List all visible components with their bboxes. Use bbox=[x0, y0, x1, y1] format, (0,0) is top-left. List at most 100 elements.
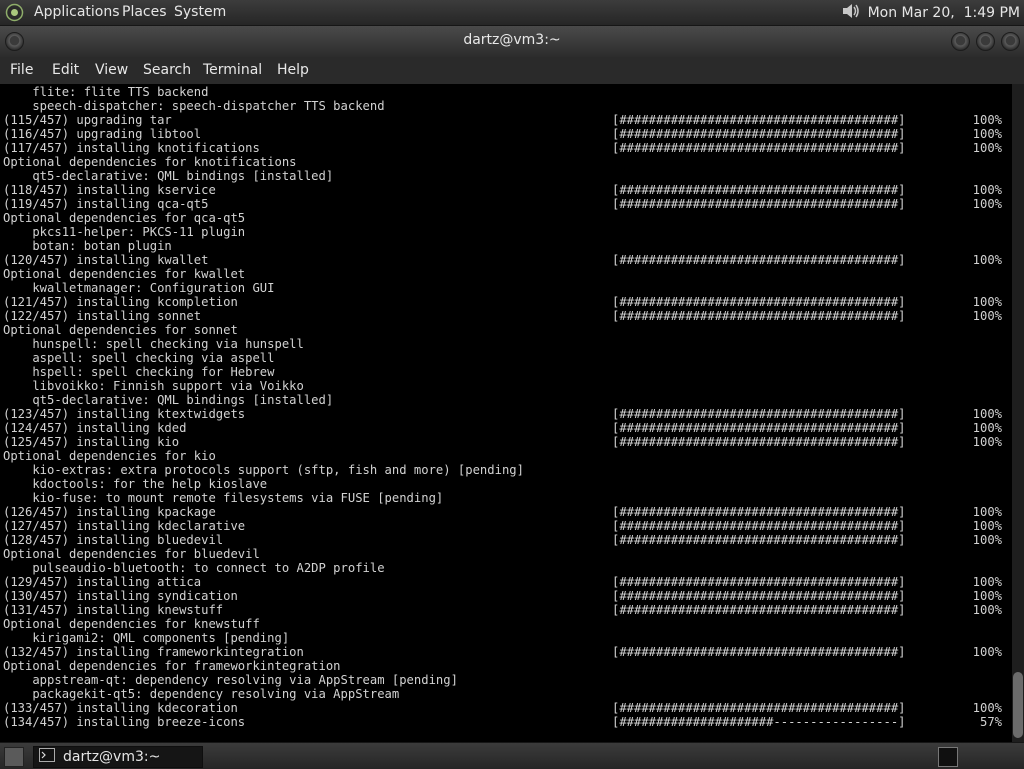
bottom-panel: dartz@vm3:~ bbox=[0, 742, 1024, 769]
workspace-switcher-icon[interactable] bbox=[938, 747, 958, 767]
terminal-line: libvoikko: Finnish support via Voikko bbox=[3, 379, 1012, 393]
terminal-line-text: pkcs11-helper: PKCS-11 plugin bbox=[3, 225, 246, 239]
terminal-line: (127/457) installing kdeclarative [######… bbox=[3, 519, 1012, 533]
taskbar-item-label: dartz@vm3:~ bbox=[63, 749, 161, 765]
progress-percent: 100% bbox=[972, 645, 1002, 659]
system-menu[interactable]: System bbox=[174, 4, 226, 21]
terminal-line: kirigami2: QML components [pending] bbox=[3, 631, 1012, 645]
terminal-line: Optional dependencies for qca-qt5 bbox=[3, 211, 1012, 225]
progress-percent: 100% bbox=[972, 505, 1002, 519]
menu-search[interactable]: Search bbox=[143, 61, 191, 79]
terminal-line-text: (117/457) installing knotifications bbox=[3, 141, 260, 155]
terminal-line-text: Optional dependencies for sonnet bbox=[3, 323, 238, 337]
terminal-line-text: Optional dependencies for kio bbox=[3, 449, 216, 463]
progress-bar: [######################################] bbox=[612, 533, 906, 547]
menu-edit[interactable]: Edit bbox=[52, 61, 79, 79]
terminal-line: (130/457) installing syndication [#######… bbox=[3, 589, 1012, 603]
menu-terminal[interactable]: Terminal bbox=[203, 61, 262, 79]
terminal-line-text: speech-dispatcher: speech-dispatcher TTS… bbox=[3, 99, 385, 113]
terminal-line-text: (133/457) installing kdecoration bbox=[3, 701, 238, 715]
terminal-line: (133/457) installing kdecoration [#######… bbox=[3, 701, 1012, 715]
taskbar-window-button[interactable]: dartz@vm3:~ bbox=[33, 746, 203, 768]
places-menu[interactable]: Places bbox=[122, 4, 167, 21]
terminal-line: Optional dependencies for sonnet bbox=[3, 323, 1012, 337]
terminal-line: kdoctools: for the help kioslave bbox=[3, 477, 1012, 491]
terminal-line: kwalletmanager: Configuration GUI bbox=[3, 281, 1012, 295]
scrollbar-thumb[interactable] bbox=[1013, 672, 1023, 738]
panel-clock[interactable]: Mon Mar 20, 1:49 PM bbox=[868, 5, 1020, 21]
terminal-line-text: appstream-qt: dependency resolving via A… bbox=[3, 673, 458, 687]
terminal-line-text: Optional dependencies for knewstuff bbox=[3, 617, 260, 631]
progress-bar: [######################################] bbox=[612, 295, 906, 309]
progress-bar: [######################################] bbox=[612, 197, 906, 211]
menu-view[interactable]: View bbox=[95, 61, 128, 79]
progress-percent: 100% bbox=[972, 113, 1002, 127]
progress-percent: 100% bbox=[972, 183, 1002, 197]
terminal-line-text: (120/457) installing kwallet bbox=[3, 253, 209, 267]
terminal-line-text: (124/457) installing kded bbox=[3, 421, 187, 435]
window-titlebar[interactable]: dartz@vm3:~ bbox=[0, 26, 1024, 57]
top-panel: Applications Places System Mon Mar 20, 1… bbox=[0, 0, 1024, 26]
menu-file[interactable]: File bbox=[10, 61, 33, 79]
terminal-line-text: hspell: spell checking for Hebrew bbox=[3, 365, 275, 379]
progress-percent: 100% bbox=[972, 127, 1002, 141]
terminal-line-text: (123/457) installing ktextwidgets bbox=[3, 407, 246, 421]
progress-bar: [######################################] bbox=[612, 575, 906, 589]
terminal-line: (134/457) installing breeze-icons [######… bbox=[3, 715, 1012, 729]
terminal-line: botan: botan plugin bbox=[3, 239, 1012, 253]
menu-help[interactable]: Help bbox=[277, 61, 309, 79]
speaker-icon[interactable] bbox=[840, 1, 862, 25]
maximize-button[interactable] bbox=[976, 32, 995, 51]
progress-percent: 100% bbox=[972, 701, 1002, 715]
applications-menu[interactable]: Applications bbox=[34, 4, 120, 21]
terminal-line: (126/457) installing kpackage [##########… bbox=[3, 505, 1012, 519]
terminal-line: Optional dependencies for bluedevil bbox=[3, 547, 1012, 561]
progress-percent: 100% bbox=[972, 309, 1002, 323]
terminal-line: (116/457) upgrading libtool [############… bbox=[3, 127, 1012, 141]
close-button[interactable] bbox=[1001, 32, 1020, 51]
progress-bar: [######################################] bbox=[612, 505, 906, 519]
window-title: dartz@vm3:~ bbox=[463, 32, 561, 48]
progress-percent: 100% bbox=[972, 295, 1002, 309]
terminal-line-text: (125/457) installing kio bbox=[3, 435, 180, 449]
terminal-line: (132/457) installing frameworkintegratio… bbox=[3, 645, 1012, 659]
terminal-line-text: (129/457) installing attica bbox=[3, 575, 202, 589]
terminal-line-text: (115/457) upgrading tar bbox=[3, 113, 172, 127]
terminal-line-text: botan: botan plugin bbox=[3, 239, 172, 253]
terminal-line-text: qt5-declarative: QML bindings [installed… bbox=[3, 393, 334, 407]
show-desktop-icon[interactable] bbox=[4, 747, 24, 767]
minimize-button[interactable] bbox=[951, 32, 970, 51]
terminal-line: Optional dependencies for frameworkinteg… bbox=[3, 659, 1012, 673]
progress-percent: 100% bbox=[972, 141, 1002, 155]
terminal-line: qt5-declarative: QML bindings [installed… bbox=[3, 169, 1012, 183]
terminal-line: aspell: spell checking via aspell bbox=[3, 351, 1012, 365]
terminal-line-text: kdoctools: for the help kioslave bbox=[3, 477, 268, 491]
progress-percent: 100% bbox=[972, 589, 1002, 603]
terminal-line-text: kio-extras: extra protocols support (sft… bbox=[3, 463, 524, 477]
terminal-line-text: (128/457) installing bluedevil bbox=[3, 533, 224, 547]
terminal-line: pulseaudio-bluetooth: to connect to A2DP… bbox=[3, 561, 1012, 575]
terminal-output[interactable]: flite: flite TTS backend speech-dispatch… bbox=[0, 84, 1012, 742]
progress-bar: [######################################] bbox=[612, 701, 906, 715]
terminal-line: (124/457) installing kded [##############… bbox=[3, 421, 1012, 435]
terminal-line: kio-extras: extra protocols support (sft… bbox=[3, 463, 1012, 477]
gnome-foot-icon[interactable] bbox=[5, 3, 24, 22]
progress-bar: [######################################] bbox=[612, 253, 906, 267]
terminal-line-text: Optional dependencies for qca-qt5 bbox=[3, 211, 246, 225]
terminal-line-text: (132/457) installing frameworkintegratio… bbox=[3, 645, 304, 659]
terminal-line: (122/457) installing sonnet [############… bbox=[3, 309, 1012, 323]
terminal-line: flite: flite TTS backend bbox=[3, 85, 1012, 99]
terminal-line-text: (127/457) installing kdeclarative bbox=[3, 519, 246, 533]
terminal-line-text: (134/457) installing breeze-icons bbox=[3, 715, 246, 729]
terminal-line: (128/457) installing bluedevil [#########… bbox=[3, 533, 1012, 547]
progress-bar: [######################################] bbox=[612, 421, 906, 435]
progress-percent: 100% bbox=[972, 407, 1002, 421]
terminal-line-text: Optional dependencies for frameworkinteg… bbox=[3, 659, 341, 673]
terminal-line-text: (121/457) installing kcompletion bbox=[3, 295, 238, 309]
progress-bar: [######################################] bbox=[612, 603, 906, 617]
terminal-line: packagekit-qt5: dependency resolving via… bbox=[3, 687, 1012, 701]
terminal-line: (129/457) installing attica [############… bbox=[3, 575, 1012, 589]
progress-bar: [######################################] bbox=[612, 113, 906, 127]
terminal-line-text: kirigami2: QML components [pending] bbox=[3, 631, 290, 645]
terminal-scrollbar[interactable] bbox=[1012, 84, 1024, 742]
